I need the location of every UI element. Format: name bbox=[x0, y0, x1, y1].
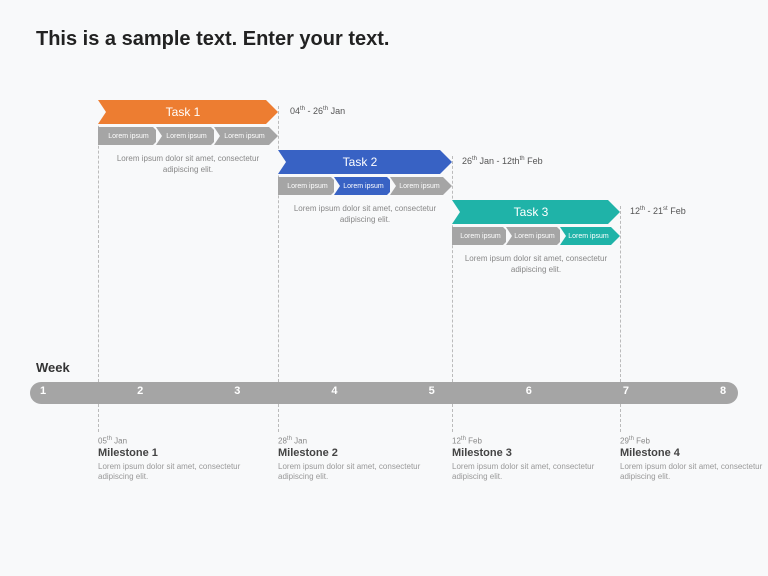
task-arrow-2: Task 2 bbox=[278, 150, 452, 174]
subtask-label: Lorem ipsum bbox=[512, 227, 557, 245]
subtask-row: Lorem ipsum Lorem ipsum Lorem ipsum bbox=[278, 177, 452, 195]
milestone-title: Milestone 3 bbox=[452, 447, 602, 459]
week-label: Week bbox=[36, 360, 70, 375]
subtask-arrow: Lorem ipsum bbox=[390, 177, 452, 195]
milestone-guide bbox=[620, 404, 621, 432]
milestone-title: Milestone 4 bbox=[620, 447, 768, 459]
subtask-label: Lorem ipsum bbox=[104, 127, 153, 145]
task-label: Task 1 bbox=[98, 100, 268, 124]
subtask-label: Lorem ipsum bbox=[566, 227, 611, 245]
milestone-date: 29th Feb bbox=[620, 436, 768, 446]
subtask-arrow: Lorem ipsum bbox=[334, 177, 396, 195]
page-title: This is a sample text. Enter your text. bbox=[36, 28, 389, 51]
task-label: Task 2 bbox=[278, 150, 442, 174]
milestone: 05th JanMilestone 1 Lorem ipsum dolor sit… bbox=[98, 436, 248, 482]
milestone: 12th FebMilestone 3 Lorem ipsum dolor sit… bbox=[452, 436, 602, 482]
milestone-guide bbox=[278, 404, 279, 432]
task-arrow-1: Task 1 bbox=[98, 100, 278, 124]
subtask-label: Lorem ipsum bbox=[458, 227, 503, 245]
subtask-row: Lorem ipsum Lorem ipsum Lorem ipsum bbox=[98, 127, 278, 145]
task-desc: Lorem ipsum dolor sit amet, consectetur … bbox=[278, 203, 452, 225]
subtask-label: Lorem ipsum bbox=[340, 177, 387, 195]
subtask-arrow: Lorem ipsum bbox=[506, 227, 566, 245]
timeline-bar: 1 2 3 4 5 6 7 8 bbox=[30, 382, 738, 404]
task-date-2: 26th Jan - 12thth Feb bbox=[462, 156, 543, 166]
task-date-1: 04th - 26th Jan bbox=[290, 106, 345, 116]
milestone-guide bbox=[98, 404, 99, 432]
milestone: 28th JanMilestone 2 Lorem ipsum dolor sit… bbox=[278, 436, 428, 482]
milestone: 29th FebMilestone 4 Lorem ipsum dolor sit… bbox=[620, 436, 768, 482]
week-number: 2 bbox=[137, 385, 143, 397]
task-arrow-3: Task 3 bbox=[452, 200, 620, 224]
task-label: Task 3 bbox=[452, 200, 610, 224]
milestone-date: 05th Jan bbox=[98, 436, 248, 446]
subtask-arrow: Lorem ipsum bbox=[156, 127, 220, 145]
milestone-desc: Lorem ipsum dolor sit amet, consectetur … bbox=[452, 462, 602, 483]
milestone-desc: Lorem ipsum dolor sit amet, consectetur … bbox=[620, 462, 768, 483]
week-number: 7 bbox=[623, 385, 629, 397]
milestone-desc: Lorem ipsum dolor sit amet, consectetur … bbox=[278, 462, 428, 483]
subtask-label: Lorem ipsum bbox=[396, 177, 443, 195]
subtask-label: Lorem ipsum bbox=[220, 127, 269, 145]
task-desc: Lorem ipsum dolor sit amet, consectetur … bbox=[98, 153, 278, 175]
subtask-arrow: Lorem ipsum bbox=[214, 127, 278, 145]
milestone-title: Milestone 2 bbox=[278, 447, 428, 459]
subtask-label: Lorem ipsum bbox=[162, 127, 211, 145]
milestone-date: 12th Feb bbox=[452, 436, 602, 446]
task-date-3: 12th - 21st Feb bbox=[630, 206, 686, 216]
week-number: 1 bbox=[40, 385, 46, 397]
week-number: 5 bbox=[429, 385, 435, 397]
milestone-title: Milestone 1 bbox=[98, 447, 248, 459]
milestone-guide bbox=[452, 404, 453, 432]
subtask-label: Lorem ipsum bbox=[284, 177, 331, 195]
task-block-2: Task 2 Lorem ipsumLorem ipsumLorem ipsum… bbox=[278, 150, 452, 225]
guide-line bbox=[620, 206, 621, 382]
subtask-arrow: Lorem ipsum bbox=[98, 127, 162, 145]
subtask-arrow: Lorem ipsum bbox=[560, 227, 620, 245]
milestone-date: 28th Jan bbox=[278, 436, 428, 446]
week-number: 6 bbox=[526, 385, 532, 397]
milestone-desc: Lorem ipsum dolor sit amet, consectetur … bbox=[98, 462, 248, 483]
guide-line bbox=[278, 106, 279, 382]
subtask-arrow: Lorem ipsum bbox=[452, 227, 512, 245]
week-number: 3 bbox=[234, 385, 240, 397]
task-block-3: Task 3 Lorem ipsumLorem ipsumLorem ipsum… bbox=[452, 200, 620, 275]
task-block-1: Task 1 Lorem ipsumLorem ipsumLorem ipsum… bbox=[98, 100, 278, 175]
week-number: 8 bbox=[720, 385, 726, 397]
task-desc: Lorem ipsum dolor sit amet, consectetur … bbox=[452, 253, 620, 275]
subtask-arrow: Lorem ipsum bbox=[278, 177, 340, 195]
subtask-row: Lorem ipsum Lorem ipsum Lorem ipsum bbox=[452, 227, 620, 245]
week-number: 4 bbox=[331, 385, 337, 397]
